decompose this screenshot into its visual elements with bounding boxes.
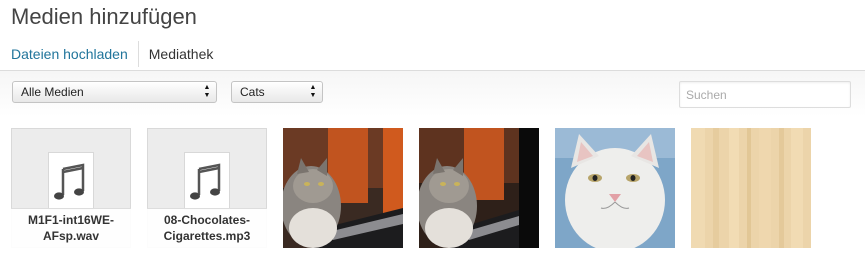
- modal-title: Medien hinzufügen: [11, 4, 197, 29]
- audio-file-icon: [184, 152, 230, 210]
- select-arrows-icon: ▲ ▼: [309, 84, 317, 99]
- tab-media-library[interactable]: Mediathek: [149, 46, 224, 62]
- attachment-audio-mp3[interactable]: 08-Chocolates- Cigarettes.mp3: [147, 128, 267, 248]
- category-filter-value: Cats: [240, 85, 265, 99]
- media-type-filter-value: Alle Medien: [21, 85, 84, 99]
- attachment-image-white-cat[interactable]: [555, 128, 675, 248]
- media-router: Dateien hochladen Mediathek: [11, 38, 223, 70]
- select-arrows-icon: ▲ ▼: [203, 84, 211, 99]
- search-input[interactable]: [679, 81, 851, 108]
- attachment-audio-wav[interactable]: M1F1-int16WE- AFsp.wav: [11, 128, 131, 248]
- tab-upload-files[interactable]: Dateien hochladen: [11, 46, 138, 62]
- attachment-filename: 08-Chocolates- Cigarettes.mp3: [147, 208, 267, 248]
- attachment-image-grey-cat-crop[interactable]: [419, 128, 539, 248]
- audio-file-icon: [48, 152, 94, 210]
- cat-photo-thumbnail: [419, 128, 539, 248]
- cat-photo-thumbnail: [555, 128, 675, 248]
- attachment-image-wood-texture[interactable]: [691, 128, 811, 248]
- cat-photo-thumbnail: [283, 128, 403, 248]
- attachment-image-grey-cat[interactable]: [283, 128, 403, 248]
- tab-divider: [137, 41, 139, 67]
- wood-texture-thumbnail: [691, 128, 811, 248]
- category-filter[interactable]: Cats ▲ ▼: [231, 81, 323, 103]
- attachment-filename: M1F1-int16WE- AFsp.wav: [11, 208, 131, 248]
- media-type-filter[interactable]: Alle Medien ▲ ▼: [12, 81, 217, 103]
